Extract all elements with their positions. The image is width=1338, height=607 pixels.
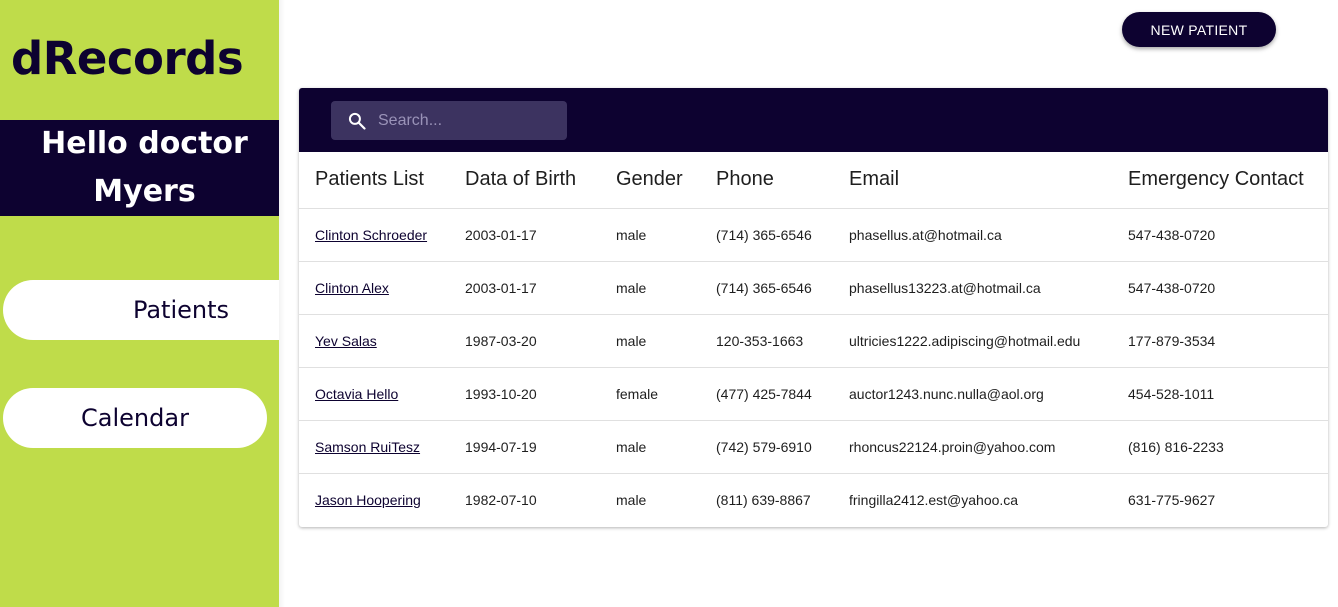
sidebar-shadow [279,0,285,607]
cell-gender: female [616,367,716,421]
cell-phone: (742) 579-6910 [716,420,849,474]
patients-table-card: Patients List Data of Birth Gender Phone… [299,88,1328,527]
greeting-banner: Hello doctor Myers [0,120,279,216]
sidebar-item-label: Calendar [81,404,189,432]
patient-name-link[interactable]: Jason Hoopering [315,492,421,508]
patient-name-link[interactable]: Octavia Hello [315,386,398,402]
table-row: Clinton Alex 2003-01-17 male (714) 365-6… [299,261,1328,315]
table-header-row: Patients List Data of Birth Gender Phone… [299,152,1328,209]
cell-dob: 1993-10-20 [465,367,616,421]
patient-name-link[interactable]: Clinton Schroeder [315,227,427,243]
search-input[interactable] [378,111,548,130]
greeting-line-2: Myers [93,174,196,209]
cell-gender: male [616,208,716,262]
app-logo: dRecords [11,32,244,85]
sidebar-item-label: Patients [132,296,230,324]
table-row: Jason Hoopering 1982-07-10 male (811) 63… [299,473,1328,526]
column-header-patients-list[interactable]: Patients List [299,152,465,209]
cell-email: phasellus13223.at@hotmail.ca [849,261,1128,315]
sidebar-item-calendar[interactable]: Calendar [3,388,267,448]
cell-emergency-contact: 631-775-9627 [1128,491,1216,508]
cell-dob: 2003-01-17 [465,261,616,315]
cell-gender: male [616,261,716,315]
new-patient-button[interactable]: NEW PATIENT [1122,12,1276,47]
cell-phone: (477) 425-7844 [716,367,849,421]
cell-email: auctor1243.nunc.nulla@aol.org [849,367,1128,421]
column-header-emergency-contact[interactable]: Emergency Contact [1128,152,1328,209]
sidebar-item-patients[interactable]: Patients [3,280,279,340]
column-header-date-of-birth[interactable]: Data of Birth [465,152,616,209]
cell-phone: (714) 365-6546 [716,208,849,262]
sidebar: dRecords Hello doctor Myers Patients Cal… [0,0,279,607]
cell-email: fringilla2412.est@yahoo.ca [849,491,1019,508]
cell-phone: (714) 365-6546 [716,261,849,315]
cell-dob: 2003-01-17 [465,208,616,262]
cell-gender: male [616,314,716,368]
patient-name-link[interactable]: Samson RuiTesz [315,439,420,455]
column-header-phone[interactable]: Phone [716,152,849,209]
cell-emergency-contact: 454-528-1011 [1128,367,1328,421]
cell-dob: 1982-07-10 [465,491,537,508]
column-header-email[interactable]: Email [849,152,1128,209]
table-row: Yev Salas 1987-03-20 male 120-353-1663 u… [299,314,1328,368]
cell-emergency-contact: 547-438-0720 [1128,261,1328,315]
cell-email: rhoncus22124.proin@yahoo.com [849,420,1128,474]
cell-email: ultricies1222.adipiscing@hotmail.edu [849,314,1128,368]
search-box[interactable] [331,101,567,140]
greeting-line-1: Hello doctor [41,126,248,161]
cell-email: phasellus.at@hotmail.ca [849,208,1128,262]
cell-gender: male [616,420,716,474]
patient-name-link[interactable]: Clinton Alex [315,280,389,296]
table-row: Octavia Hello 1993-10-20 female (477) 42… [299,367,1328,421]
patients-table: Patients List Data of Birth Gender Phone… [299,152,1328,526]
table-row: Clinton Schroeder 2003-01-17 male (714) … [299,208,1328,262]
cell-gender: male [616,491,647,508]
table-toolbar [299,88,1328,152]
cell-emergency-contact: 547-438-0720 [1128,208,1328,262]
cell-emergency-contact: (816) 816-2233 [1128,420,1328,474]
cell-dob: 1987-03-20 [465,314,616,368]
cell-phone: 120-353-1663 [716,314,849,368]
patient-name-link[interactable]: Yev Salas [315,333,377,349]
column-header-gender[interactable]: Gender [616,152,716,209]
table-row: Samson RuiTesz 1994-07-19 male (742) 579… [299,420,1328,474]
cell-emergency-contact: 177-879-3534 [1128,314,1328,368]
search-icon [347,110,369,132]
cell-dob: 1994-07-19 [465,420,616,474]
cell-phone: (811) 639-8867 [716,491,811,508]
